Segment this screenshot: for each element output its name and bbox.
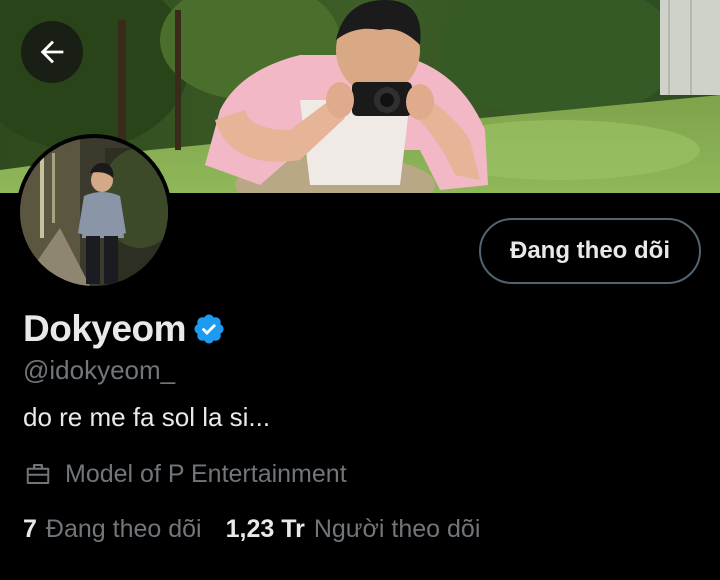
profile-work-text: Model of P Entertainment — [65, 460, 347, 488]
briefcase-icon — [23, 459, 53, 489]
followers-count: 1,23 Tr — [225, 515, 305, 543]
profile-bio: do re me fa sol la si... — [23, 402, 271, 432]
display-name: Dokyeom — [23, 308, 187, 349]
profile-stats: 7 Đang theo dõi 1,23 Tr Người theo dõi — [23, 512, 480, 546]
back-button[interactable] — [21, 21, 83, 83]
following-label: Đang theo dõi — [45, 515, 202, 543]
profile-screen: Đang theo dõi Dokyeom @idokyeom_ do re m… — [0, 0, 720, 580]
profile-work: Model of P Entertainment — [23, 457, 347, 491]
verified-badge-icon — [192, 312, 226, 346]
following-button-label: Đang theo dõi — [510, 237, 670, 264]
followers-stat-link[interactable]: 1,23 Tr Người theo dõi — [226, 512, 481, 546]
following-button[interactable]: Đang theo dõi — [479, 218, 701, 284]
followers-label: Người theo dõi — [313, 515, 481, 543]
following-count: 7 — [23, 515, 37, 543]
name-row: Dokyeom — [23, 306, 226, 352]
following-stat-link[interactable]: 7 Đang theo dõi — [23, 512, 202, 546]
arrow-left-icon — [40, 40, 64, 64]
profile-handle: @idokyeom_ — [23, 355, 176, 385]
avatar[interactable] — [16, 134, 172, 290]
